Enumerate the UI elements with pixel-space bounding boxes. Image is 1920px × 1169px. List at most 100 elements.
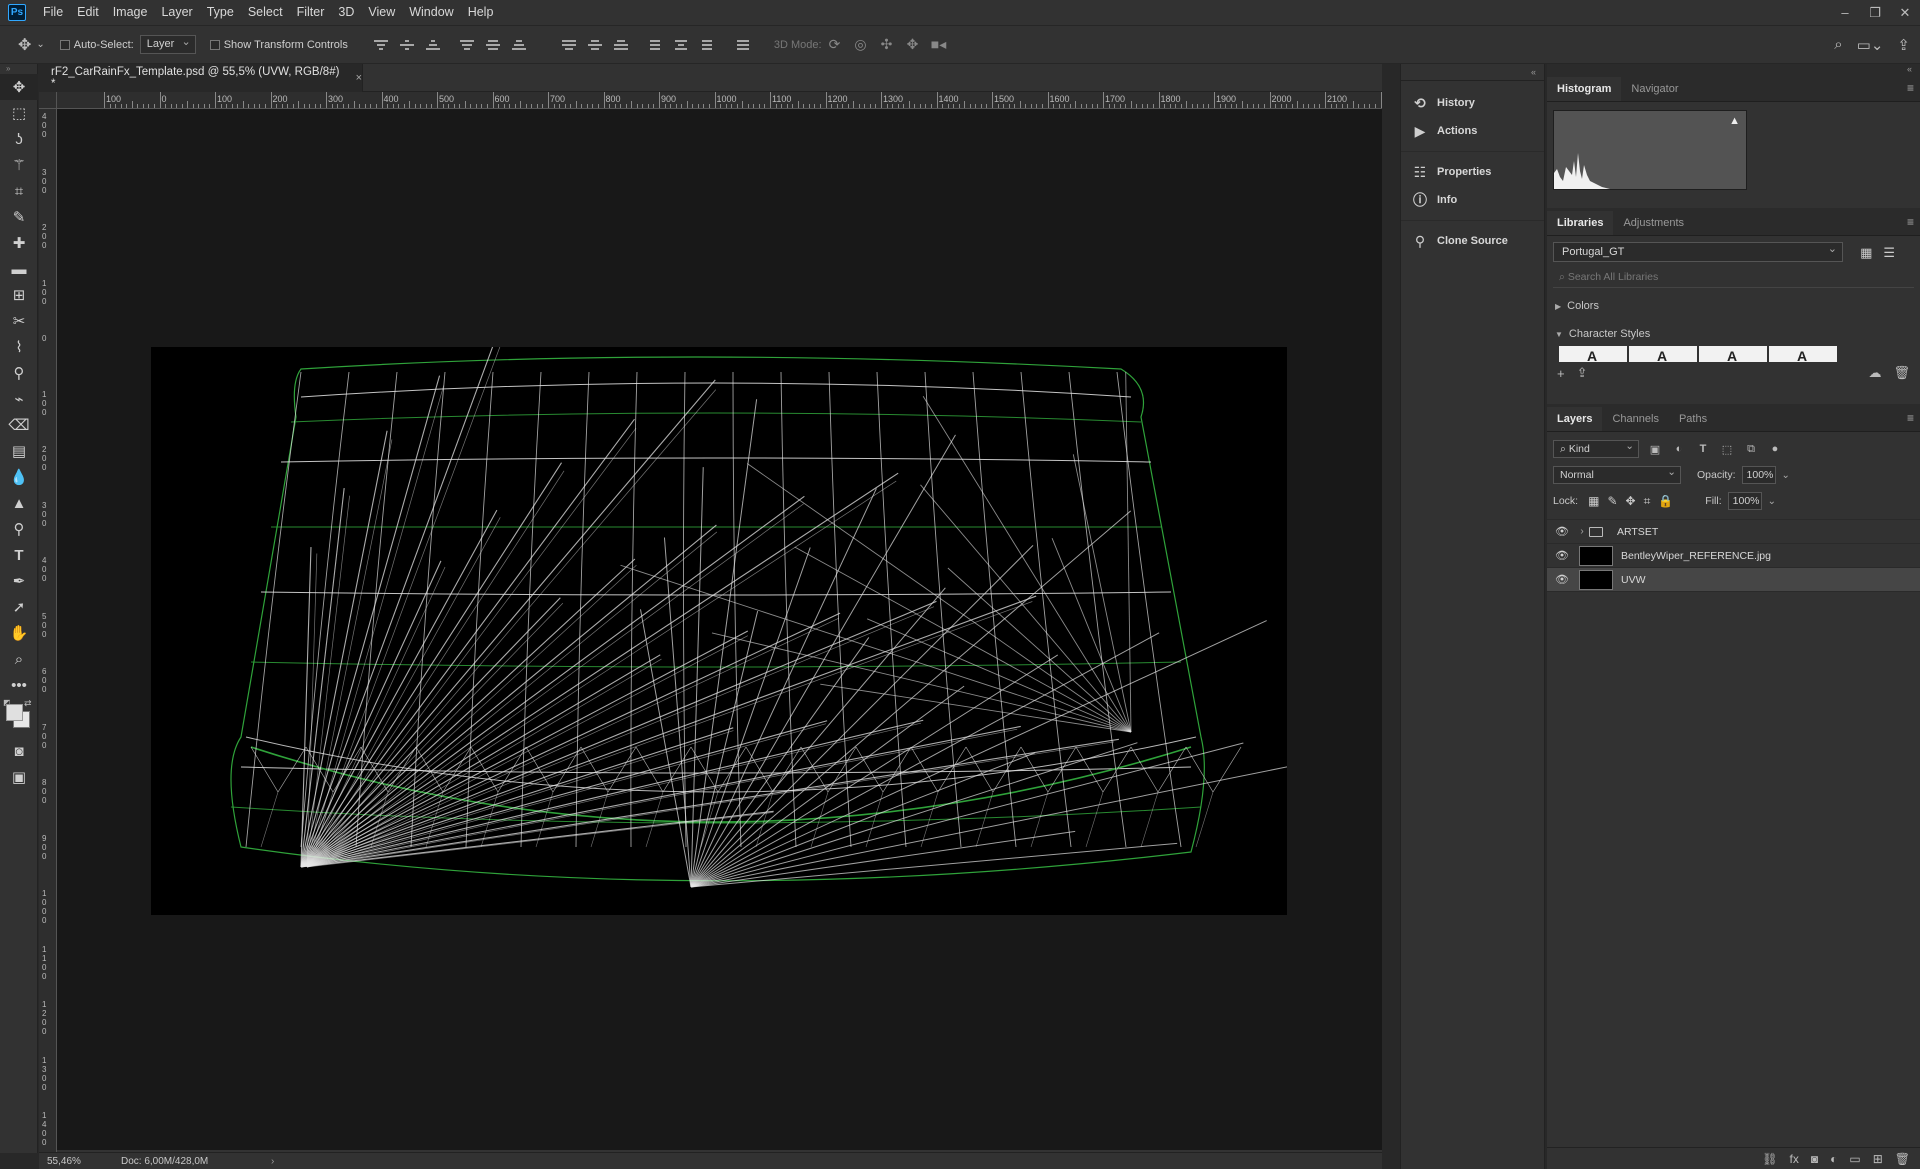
spot-healing-tool-icon[interactable]: ✚ [0, 230, 38, 256]
layer-row-bentley-wiper[interactable]: 👁 BentleyWiper_REFERENCE.jpg [1547, 544, 1920, 568]
auto-select-target-dropdown[interactable]: Layer [139, 35, 196, 54]
tab-navigator[interactable]: Navigator [1621, 77, 1688, 101]
tool-preset-dropdown-icon[interactable]: ⌄ [36, 39, 44, 50]
tab-channels[interactable]: Channels [1602, 407, 1668, 431]
tab-libraries[interactable]: Libraries [1547, 211, 1614, 235]
filter-smart-object-icon[interactable]: ⧉ [1743, 443, 1759, 456]
clone-stamp-tool-icon[interactable]: ⚲ [0, 360, 38, 386]
tab-layers[interactable]: Layers [1547, 407, 1603, 431]
properties-panel-button[interactable]: ☷ Properties [1401, 158, 1544, 186]
tab-paths[interactable]: Paths [1669, 407, 1717, 431]
character-style-thumb[interactable] [1769, 346, 1837, 362]
distribute-right-icon[interactable] [698, 36, 716, 54]
content-aware-tool-icon[interactable]: ⊞ [0, 282, 38, 308]
collapse-panels-icon[interactable]: « [1401, 64, 1544, 81]
panel-menu-icon[interactable]: ≡ [1907, 81, 1914, 95]
warning-icon[interactable]: ▲ [1729, 115, 1740, 127]
workspace-icon[interactable]: ▭⌄ [1857, 36, 1884, 54]
blur-tool-icon[interactable]: 💧 [0, 464, 38, 490]
crop-tool-icon[interactable]: ⌗ [0, 178, 38, 204]
menu-window[interactable]: Window [402, 0, 460, 25]
brush-tool-icon[interactable]: ⌇ [0, 334, 38, 360]
add-mask-icon[interactable]: ◙ [1811, 1152, 1818, 1166]
add-content-icon[interactable]: + [1557, 366, 1565, 381]
3d-slide-icon[interactable]: ✥ [903, 36, 923, 53]
restore-icon[interactable]: ❐ [1860, 0, 1890, 25]
eraser-tool-icon[interactable]: ⌫ [0, 412, 38, 438]
menu-select[interactable]: Select [241, 0, 290, 25]
distribute-top-icon[interactable] [560, 36, 578, 54]
align-vcenter-icon[interactable] [398, 36, 416, 54]
close-icon[interactable]: ✕ [1890, 0, 1920, 25]
layer-kind-filter[interactable]: ⌕ Kind [1553, 440, 1639, 458]
menu-type[interactable]: Type [200, 0, 241, 25]
foreground-color-swatch[interactable] [6, 704, 23, 721]
minimize-icon[interactable]: – [1830, 0, 1860, 25]
scissors-tool-icon[interactable]: ✂ [0, 308, 38, 334]
character-styles-section[interactable]: ▼ Character Styles [1547, 322, 1920, 346]
swap-colors-icon[interactable]: ⇄ [24, 698, 32, 709]
layer-row-uvw[interactable]: 👁 UVW [1547, 568, 1920, 592]
more-tools-icon[interactable]: ••• [0, 672, 38, 698]
upload-icon[interactable]: ⇪ [1577, 365, 1588, 381]
cloud-sync-icon[interactable]: ☁ [1868, 365, 1881, 381]
filter-adjustment-icon[interactable]: ◐ [1671, 443, 1687, 455]
opacity-dropdown-icon[interactable]: ⌄ [1782, 470, 1790, 481]
history-brush-tool-icon[interactable]: ⌁ [0, 386, 38, 412]
hand-tool-icon[interactable]: ✋ [0, 620, 38, 646]
menu-3d[interactable]: 3D [331, 0, 361, 25]
link-layers-icon[interactable]: ⛓ [1762, 1152, 1777, 1166]
menu-view[interactable]: View [361, 0, 402, 25]
panel-menu-icon[interactable]: ≡ [1907, 411, 1914, 425]
screen-mode-icon[interactable]: ▣ [0, 764, 38, 790]
lock-transparency-icon[interactable]: ▦ [1588, 494, 1599, 509]
quick-mask-icon[interactable]: ◙ [0, 738, 38, 764]
fill-dropdown-icon[interactable]: ⌄ [1768, 496, 1776, 507]
lock-position-icon[interactable]: ✥ [1626, 494, 1636, 509]
character-style-thumb[interactable] [1559, 346, 1627, 362]
colors-section[interactable]: ▶ Colors [1547, 294, 1920, 318]
menu-filter[interactable]: Filter [290, 0, 332, 25]
canvas-area[interactable] [57, 109, 1382, 1152]
vertical-ruler[interactable]: 400 300 200 100 0 100 200 300 400 500 600 700 800 900… [39, 109, 57, 1152]
align-top-icon[interactable] [372, 36, 390, 54]
menu-help[interactable]: Help [461, 0, 501, 25]
character-style-thumb[interactable] [1699, 346, 1767, 362]
actions-panel-button[interactable]: ▶ Actions [1401, 117, 1544, 145]
dodge-tool-icon[interactable]: ⚲ [0, 516, 38, 542]
align-bottom-icon[interactable] [424, 36, 442, 54]
blend-mode-dropdown[interactable]: Normal [1553, 466, 1681, 484]
menu-edit[interactable]: Edit [70, 0, 106, 25]
menu-file[interactable]: File [36, 0, 70, 25]
menu-layer[interactable]: Layer [154, 0, 199, 25]
marquee-tool-icon[interactable]: ⬚ [0, 100, 38, 126]
type-tool-icon[interactable]: T [0, 542, 38, 568]
3d-roll-icon[interactable]: ◎ [851, 36, 871, 53]
ruler-origin[interactable] [39, 92, 57, 109]
grid-view-icon[interactable]: ▦ [1860, 245, 1872, 261]
search-icon[interactable]: ⌕ [1834, 36, 1842, 54]
lock-artboard-icon[interactable]: ⌗ [1644, 494, 1651, 509]
document-canvas[interactable] [151, 347, 1287, 915]
bandaid-tool-icon[interactable]: ▬ [0, 256, 38, 282]
group-expand-icon[interactable]: › [1575, 526, 1589, 537]
show-transform-checkbox[interactable] [209, 39, 220, 50]
sharpen-tool-icon[interactable]: ▲ [0, 490, 38, 516]
document-tab[interactable]: rF2_CarRainFx_Template.psd @ 55,5% (UVW,… [39, 64, 363, 92]
layer-style-fx-icon[interactable]: fx [1790, 1152, 1799, 1166]
path-selection-tool-icon[interactable]: ➚ [0, 594, 38, 620]
character-style-thumb[interactable] [1629, 346, 1697, 362]
distribute-hcenter-icon[interactable] [672, 36, 690, 54]
visibility-eye-icon[interactable]: 👁 [1553, 525, 1571, 538]
lock-all-icon[interactable]: 🔒 [1658, 494, 1673, 509]
magic-wand-tool-icon[interactable]: ⚚ [0, 152, 38, 178]
delete-layer-icon[interactable]: 🗑 [1895, 1152, 1910, 1166]
pen-tool-icon[interactable]: ✒ [0, 568, 38, 594]
opacity-input[interactable]: 100% [1741, 466, 1776, 484]
tab-histogram[interactable]: Histogram [1547, 77, 1622, 101]
library-dropdown[interactable]: Portugal_GT [1553, 242, 1843, 262]
library-search-input[interactable]: ⌕ Search All Libraries [1553, 268, 1914, 288]
layer-row-artset[interactable]: 👁 › ARTSET [1547, 520, 1920, 544]
new-layer-icon[interactable]: ⊞ [1873, 1152, 1883, 1166]
lock-pixels-icon[interactable]: ✎ [1607, 494, 1617, 509]
